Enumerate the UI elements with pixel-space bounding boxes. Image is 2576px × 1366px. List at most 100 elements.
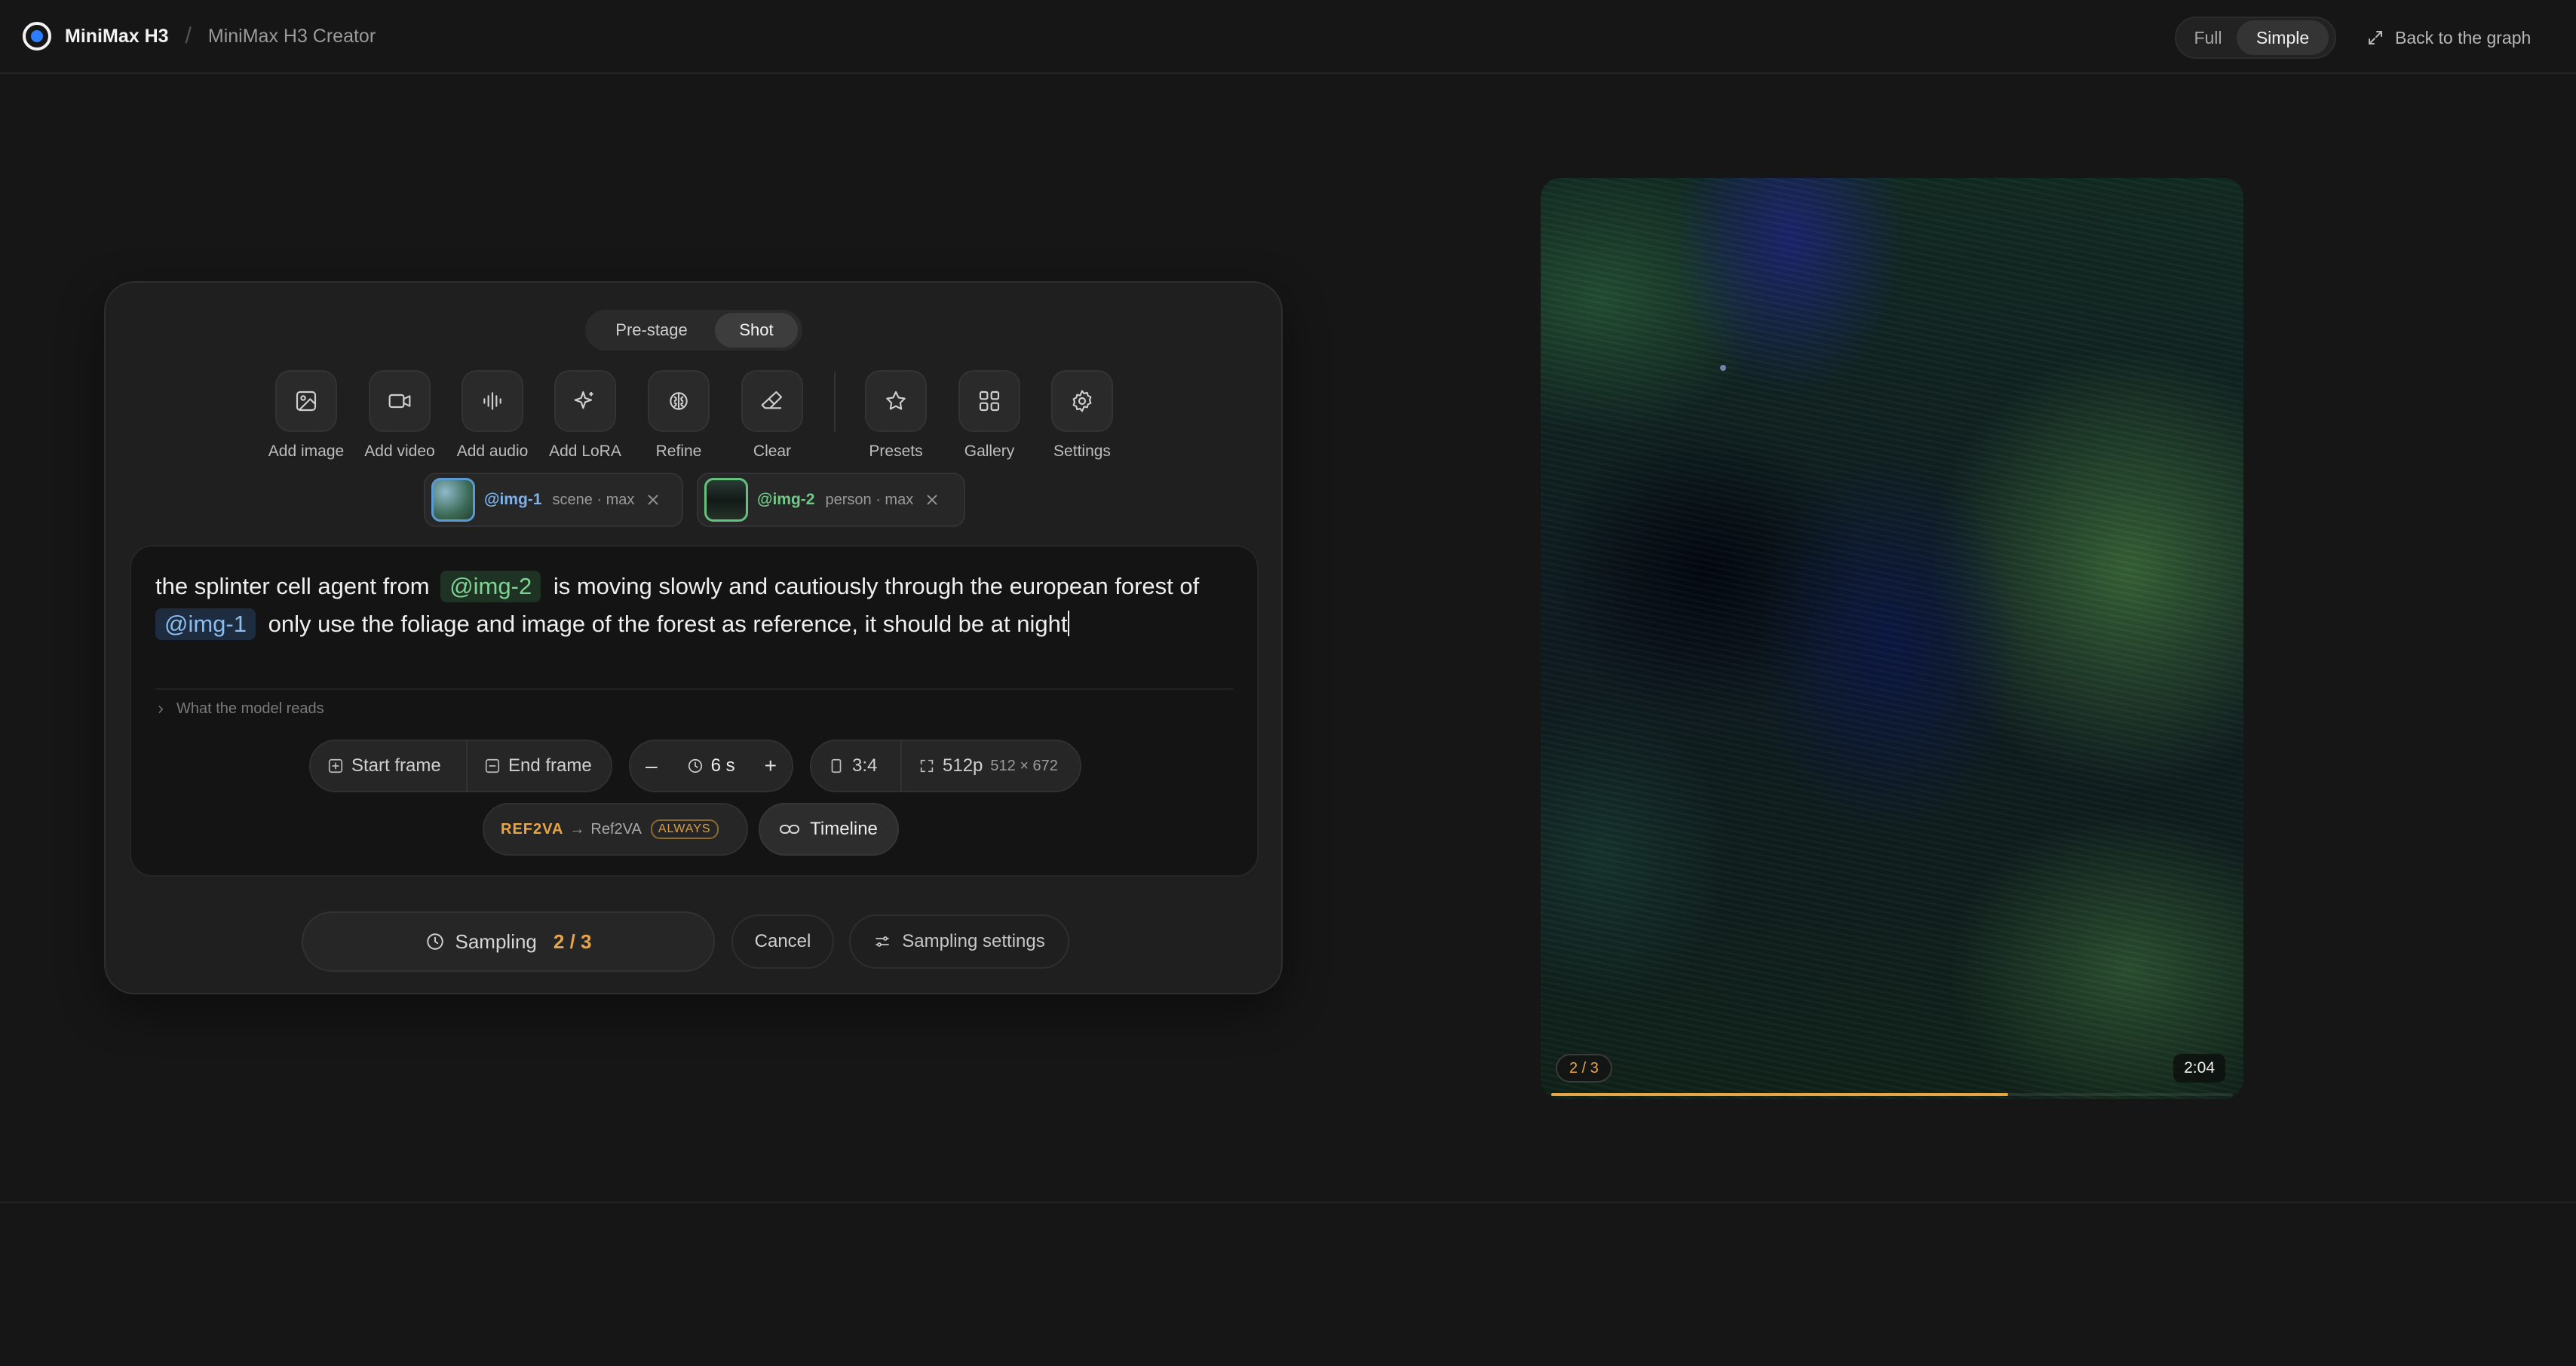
clear-button[interactable]: Clear — [725, 370, 819, 461]
toolbar-divider — [834, 372, 836, 432]
format-controls: 3:4 512p 512 × 672 — [810, 740, 1081, 792]
ref-mode-value: Ref2VA — [590, 820, 642, 838]
reference-mode-pill[interactable]: REF2VA → Ref2VA ALWAYS — [483, 803, 748, 856]
tab-shot[interactable]: Shot — [715, 313, 798, 348]
prompt-text[interactable]: the splinter cell agent from @img-2 is m… — [155, 568, 1234, 643]
back-to-graph-label: Back to the graph — [2395, 27, 2532, 47]
reference-meta: scene · max — [552, 491, 635, 508]
star-icon — [886, 391, 906, 410]
clock-icon — [426, 933, 443, 950]
editor-divider — [155, 688, 1234, 690]
prompt-segment: is moving slowly and cautiously through … — [553, 573, 1200, 599]
add-audio-label: Add audio — [456, 443, 529, 460]
reference-chip-img-1[interactable]: @img-1 scene · max — [424, 473, 683, 527]
video-icon — [388, 394, 411, 409]
sampling-label: Sampling — [455, 930, 537, 953]
reference-meta: person · max — [825, 491, 914, 508]
close-icon[interactable] — [924, 492, 940, 508]
chevron-right-icon — [158, 705, 164, 713]
prompt-mention[interactable]: @img-2 — [440, 571, 541, 602]
sparkle-icon — [574, 391, 593, 409]
back-to-graph-link[interactable]: Back to the graph — [2366, 23, 2531, 53]
gallery-button[interactable]: Gallery — [943, 370, 1036, 461]
resolution-value: 512p — [943, 755, 983, 776]
gear-icon — [1072, 390, 1092, 412]
add-image-button[interactable]: Add image — [259, 370, 353, 461]
brain-icon — [670, 392, 688, 410]
sample-index-badge: 2 / 3 — [1556, 1054, 1612, 1083]
add-lora-label: Add LoRA — [549, 443, 621, 460]
add-image-label: Add image — [268, 443, 345, 460]
preview-progress-fill — [1551, 1093, 2008, 1096]
close-icon[interactable] — [645, 492, 661, 508]
sampling-settings-button[interactable]: Sampling settings — [849, 914, 1069, 969]
prompt-segment: only use the foliage and image of the fo… — [268, 611, 1068, 637]
prompt-mention[interactable]: @img-1 — [155, 608, 256, 640]
model-reads-toggle[interactable]: What the model reads — [155, 700, 324, 718]
refine-button[interactable]: Refine — [632, 370, 725, 461]
add-video-label: Add video — [364, 443, 435, 460]
image-icon — [296, 391, 317, 412]
ref-mode-key: REF2VA — [501, 820, 564, 838]
text-caret — [1068, 611, 1070, 636]
resolution-dimensions: 512 × 672 — [990, 757, 1058, 774]
start-frame-label: Start frame — [351, 755, 441, 776]
audio-wave-icon — [483, 392, 501, 410]
composer-panel: Pre-stage Shot Add image Add video Add a… — [104, 281, 1283, 994]
link-icon — [780, 825, 800, 834]
duration-decrement-button[interactable]: – — [646, 754, 658, 778]
aspect-ratio-button[interactable]: 3:4 — [811, 741, 900, 791]
mode-simple-button[interactable]: Simple — [2237, 20, 2329, 55]
preview-texture — [1541, 178, 2243, 1099]
end-frame-label: End frame — [508, 755, 592, 776]
clear-label: Clear — [753, 443, 792, 460]
resolution-button[interactable]: 512p 512 × 672 — [900, 741, 1080, 791]
brand-name[interactable]: MiniMax H3 — [65, 26, 169, 47]
preview-timestamp: 2:04 — [2173, 1054, 2225, 1083]
reference-chip-img-2[interactable]: @img-2 person · max — [697, 473, 965, 527]
eraser-icon — [761, 391, 783, 409]
tab-pre-stage[interactable]: Pre-stage — [588, 313, 715, 348]
remove-frame-icon — [485, 758, 500, 773]
aspect-ratio-value: 3:4 — [852, 755, 878, 776]
settings-label: Settings — [1053, 443, 1111, 460]
sampling-status-button[interactable]: Sampling 2 / 3 — [302, 911, 715, 972]
timeline-label: Timeline — [810, 819, 878, 839]
duration-stepper: – 6 s + — [629, 740, 793, 792]
logo-icon — [23, 22, 51, 51]
cancel-button[interactable]: Cancel — [731, 914, 834, 969]
top-bar: MiniMax H3 / MiniMax H3 Creator Full Sim… — [0, 0, 2576, 74]
presets-button[interactable]: Presets — [849, 370, 943, 461]
end-frame-button[interactable]: End frame — [466, 741, 611, 791]
sliders-icon — [876, 936, 890, 947]
add-lora-button[interactable]: Add LoRA — [538, 370, 632, 461]
ref-mode-arrow: → — [569, 820, 585, 838]
refine-label: Refine — [655, 443, 702, 460]
reference-thumbnail — [704, 478, 748, 522]
add-audio-button[interactable]: Add audio — [446, 370, 539, 461]
settings-button[interactable]: Settings — [1035, 370, 1129, 461]
frame-controls: Start frame End frame — [309, 740, 612, 792]
presets-label: Presets — [869, 443, 923, 460]
gallery-label: Gallery — [964, 443, 1015, 460]
prompt-segment: the splinter cell agent from — [155, 573, 430, 599]
duration-increment-button[interactable]: + — [765, 754, 777, 778]
reference-tag: @img-2 — [757, 491, 815, 508]
portrait-icon — [831, 758, 842, 773]
mode-full-button[interactable]: Full — [2179, 20, 2237, 55]
expand-icon — [2369, 31, 2382, 44]
prompt-editor[interactable]: the splinter cell agent from @img-2 is m… — [130, 545, 1259, 877]
grid-icon — [979, 391, 1000, 412]
ref-mode-badge: ALWAYS — [650, 819, 719, 839]
start-frame-button[interactable]: Start frame — [311, 741, 466, 791]
fullscreen-icon — [920, 759, 934, 773]
reference-thumbnail — [431, 478, 475, 522]
breadcrumb-current: MiniMax H3 Creator — [207, 25, 376, 47]
reference-tag: @img-1 — [484, 491, 542, 508]
clock-icon — [688, 758, 702, 773]
video-preview[interactable]: 2 / 3 2:04 — [1541, 178, 2243, 1099]
timeline-button[interactable]: Timeline — [759, 803, 899, 856]
add-video-button[interactable]: Add video — [353, 370, 446, 461]
footer-divider — [0, 1202, 2576, 1203]
preview-progress-bar[interactable] — [1551, 1093, 2233, 1096]
